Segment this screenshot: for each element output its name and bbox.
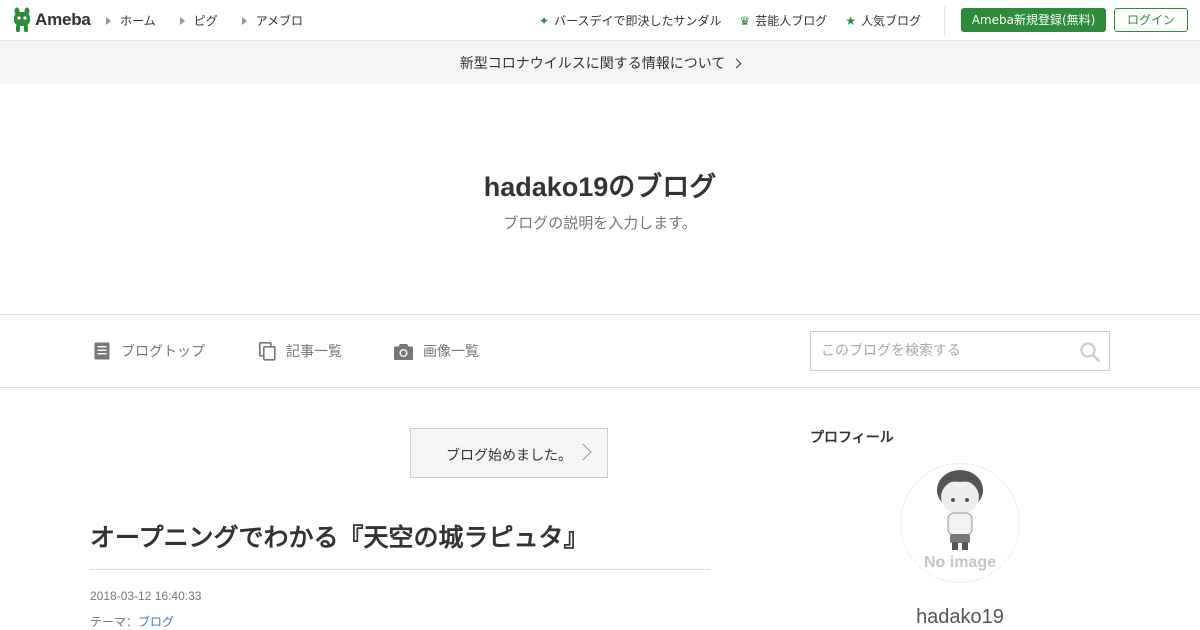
- entry-title[interactable]: オープニングでわかる『天空の城ラピュタ』: [90, 518, 710, 554]
- profile-name[interactable]: hadako19: [860, 606, 1060, 629]
- notice-label: 新型コロナウイルスに関する情報について: [459, 55, 726, 72]
- copy-icon: [259, 341, 276, 361]
- global-nav: ホーム ピグ アメブロ: [106, 12, 327, 29]
- gnav-item-label: ホーム: [120, 14, 156, 28]
- no-image-text: No image: [923, 554, 996, 571]
- chevron-right-icon: [574, 443, 592, 461]
- header-link-sandal[interactable]: ✦ バースデイで即決したサンダル: [539, 12, 721, 29]
- covid-notice-link[interactable]: 新型コロナウイルスに関する情報について: [0, 41, 1200, 84]
- blog-nav-label: 画像一覧: [423, 344, 479, 360]
- blog-title[interactable]: hadako19のブログ: [0, 165, 1200, 204]
- global-header: Ameba ホーム ピグ アメブロ ✦ バースデイで即決したサンダル ♛ 芸能人…: [0, 0, 1200, 41]
- blog-nav-label: ブログトップ: [121, 344, 205, 360]
- crown-icon: ♛: [739, 13, 751, 28]
- header-link-popular-blog[interactable]: ★ 人気ブログ: [845, 12, 921, 29]
- blog-search-input[interactable]: [811, 332, 1071, 370]
- header-divider: [944, 6, 945, 36]
- header-link-celebrity-blog[interactable]: ♛ 芸能人ブログ: [739, 12, 827, 29]
- blog-nav-image-list[interactable]: 画像一覧: [394, 341, 479, 361]
- search-icon[interactable]: [1079, 341, 1101, 363]
- header-link-label: バースデイで即決したサンダル: [554, 14, 722, 28]
- blog-nav: ブログトップ 記事一覧 画像一覧: [0, 314, 1200, 388]
- ameba-logo[interactable]: Ameba: [12, 7, 91, 33]
- triangle-right-icon: [179, 16, 185, 25]
- blog-description: ブログの説明を入力します。: [503, 214, 697, 232]
- entry-theme-link[interactable]: ブログ: [138, 615, 174, 629]
- ameba-mascot-icon: [14, 7, 30, 32]
- star-icon: ★: [845, 13, 857, 28]
- divider: [90, 569, 710, 570]
- theme-nav-link[interactable]: ブログ始めました。: [410, 428, 608, 478]
- blog-nav-entry-list[interactable]: 記事一覧: [259, 341, 342, 361]
- header-link-label: 人気ブログ: [861, 14, 922, 28]
- document-icon: [94, 342, 110, 359]
- theme-nav-label: ブログ始めました。: [446, 448, 572, 464]
- avatar[interactable]: No image: [900, 463, 1020, 583]
- camera-icon: [394, 343, 413, 360]
- blog-search: [810, 331, 1110, 371]
- sparkle-icon: ✦: [539, 13, 550, 28]
- gnav-item-label: アメブロ: [255, 14, 304, 28]
- gnav-item-ameblo[interactable]: アメブロ: [241, 12, 304, 29]
- gnav-item-home[interactable]: ホーム: [106, 12, 156, 29]
- blog-nav-top[interactable]: ブログトップ: [94, 341, 205, 361]
- triangle-right-icon: [106, 16, 111, 25]
- gnav-item-pigg[interactable]: ピグ: [179, 12, 218, 29]
- gnav-item-label: ピグ: [193, 14, 218, 28]
- triangle-right-icon: [241, 16, 247, 25]
- blog-nav-label: 記事一覧: [286, 344, 342, 360]
- logo-text: Ameba: [35, 10, 91, 29]
- entry-date: 2018-03-12 16:40:33: [90, 589, 202, 603]
- register-button[interactable]: Ameba新規登録(無料): [961, 8, 1106, 32]
- header-links: ✦ バースデイで即決したサンダル ♛ 芸能人ブログ ★ 人気ブログ: [539, 12, 939, 29]
- entry-theme: テーマ：ブログ: [90, 613, 174, 630]
- login-button[interactable]: ログイン: [1114, 8, 1188, 32]
- entry-theme-prefix: テーマ：: [90, 615, 139, 629]
- chevron-right-icon: [731, 58, 742, 68]
- profile-heading: プロフィール: [810, 430, 894, 446]
- header-link-label: 芸能人ブログ: [755, 14, 828, 28]
